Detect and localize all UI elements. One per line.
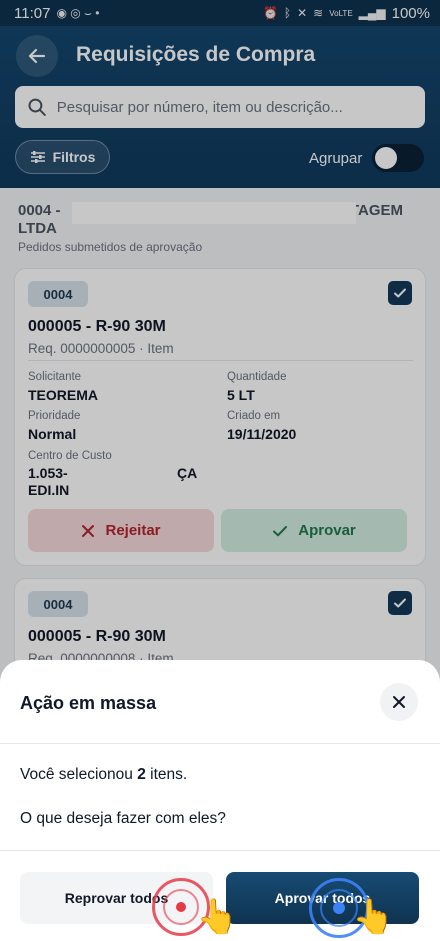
selected-count-text: Você selecionou 2 itens. (20, 766, 187, 784)
tap-dot-red (176, 902, 186, 912)
close-icon (393, 696, 405, 708)
sheet-divider (0, 743, 440, 744)
pointer-hand-icon: 👆 (196, 898, 239, 936)
sheet-divider (0, 850, 440, 851)
selected-suffix: itens. (150, 766, 188, 783)
pointer-hand-icon: 👆 (352, 898, 395, 936)
sheet-title: Ação em massa (20, 693, 157, 713)
sheet-question: O que deseja fazer com eles? (20, 810, 226, 827)
tap-dot-blue (333, 902, 345, 914)
close-button[interactable] (380, 683, 418, 721)
selected-count: 2 (137, 766, 146, 783)
selected-prefix: Você selecionou (20, 766, 133, 783)
bulk-action-sheet: Ação em massa Você selecionou 2 itens. O… (0, 660, 440, 941)
